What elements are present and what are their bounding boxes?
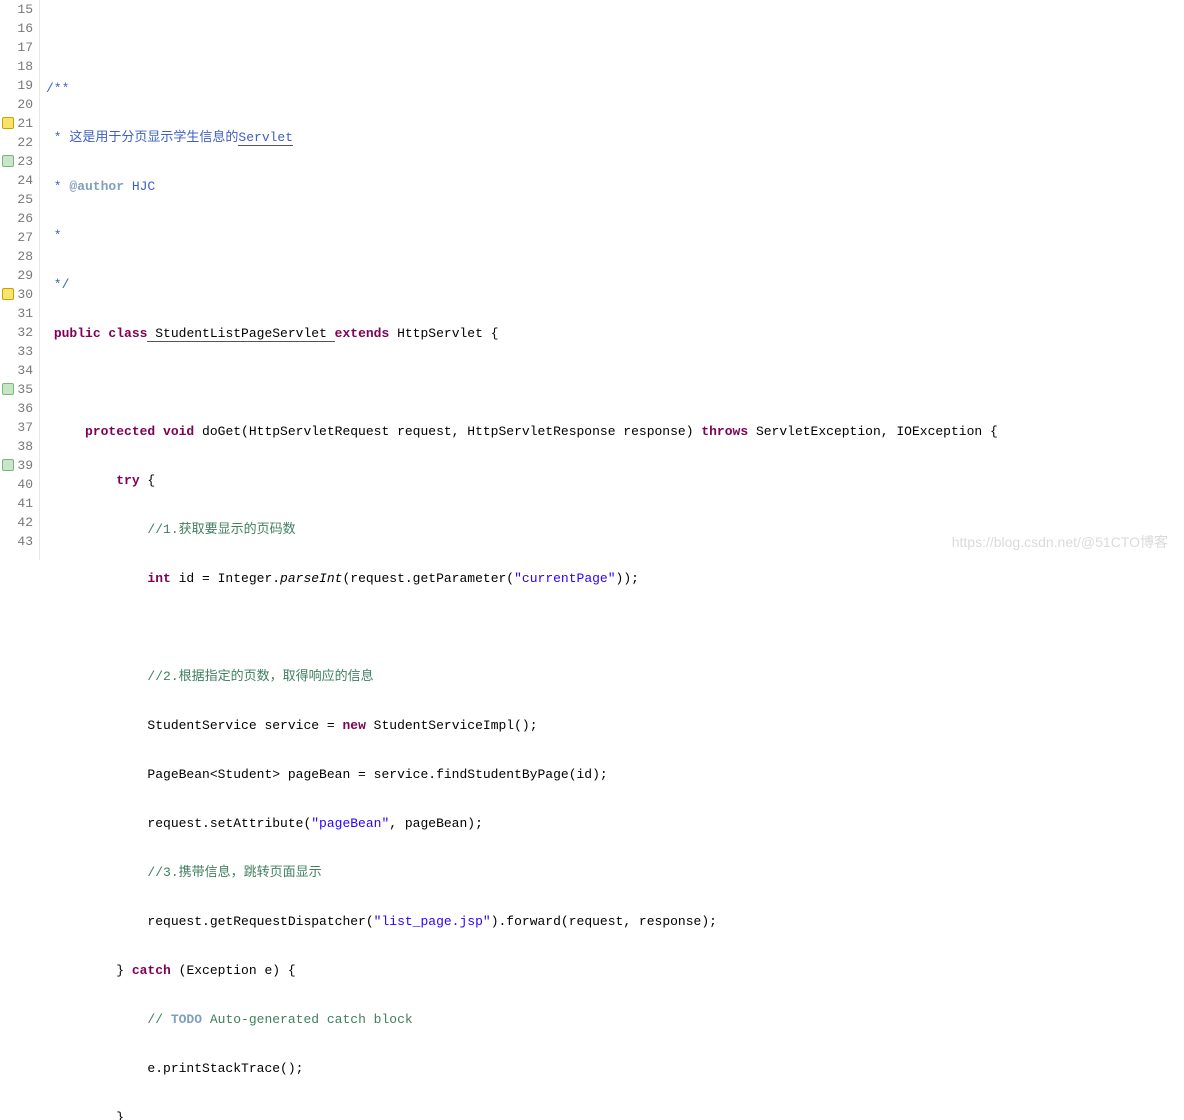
code-line: request.setAttribute("pageBean", pageBea… <box>46 814 1184 833</box>
code-content[interactable]: /** * 这是用于分页显示学生信息的Servlet * @author HJC… <box>40 0 1184 560</box>
code-line: * <box>46 226 1184 245</box>
code-line: } catch (Exception e) { <box>46 961 1184 980</box>
line-number: 15 <box>0 0 39 19</box>
watermark-text: https://blog.csdn.net/@51CTO博客 <box>952 532 1168 552</box>
code-line <box>46 30 1184 49</box>
line-number: 21 <box>0 114 39 133</box>
code-line <box>46 618 1184 637</box>
code-line: //2.根据指定的页数，取得响应的信息 <box>46 667 1184 686</box>
code-line: * @author HJC <box>46 177 1184 196</box>
line-number: 39 <box>0 456 39 475</box>
line-gutter: 1516171819202122232425262728293031323334… <box>0 0 40 560</box>
line-number: 36 <box>0 399 39 418</box>
code-line: int id = Integer.parseInt(request.getPar… <box>46 569 1184 588</box>
code-line: public class StudentListPageServlet exte… <box>46 324 1184 343</box>
line-number: 33 <box>0 342 39 361</box>
code-line: * 这是用于分页显示学生信息的Servlet <box>46 128 1184 147</box>
line-number: 22 <box>0 133 39 152</box>
line-number: 35 <box>0 380 39 399</box>
line-number: 20 <box>0 95 39 114</box>
line-number: 26 <box>0 209 39 228</box>
line-number: 29 <box>0 266 39 285</box>
line-number: 16 <box>0 19 39 38</box>
code-editor[interactable]: 1516171819202122232425262728293031323334… <box>0 0 1184 560</box>
line-number: 43 <box>0 532 39 551</box>
line-number: 30 <box>0 285 39 304</box>
line-number: 41 <box>0 494 39 513</box>
line-number: 17 <box>0 38 39 57</box>
line-number: 32 <box>0 323 39 342</box>
line-number: 24 <box>0 171 39 190</box>
line-number: 28 <box>0 247 39 266</box>
code-line <box>46 373 1184 392</box>
line-number: 34 <box>0 361 39 380</box>
info-marker-icon[interactable] <box>2 383 14 395</box>
warning-marker-icon[interactable] <box>2 117 14 129</box>
code-line: e.printStackTrace(); <box>46 1059 1184 1078</box>
info-marker-icon[interactable] <box>2 155 14 167</box>
line-number: 31 <box>0 304 39 323</box>
code-line: protected void doGet(HttpServletRequest … <box>46 422 1184 441</box>
line-number: 18 <box>0 57 39 76</box>
line-number: 42 <box>0 513 39 532</box>
code-line: */ <box>46 275 1184 294</box>
code-line: PageBean<Student> pageBean = service.fin… <box>46 765 1184 784</box>
line-number: 27 <box>0 228 39 247</box>
code-line: } <box>46 1108 1184 1120</box>
code-line: // TODO Auto-generated catch block <box>46 1010 1184 1029</box>
line-number: 40 <box>0 475 39 494</box>
line-number: 23 <box>0 152 39 171</box>
code-line: try { <box>46 471 1184 490</box>
info-marker-icon[interactable] <box>2 459 14 471</box>
line-number: 25 <box>0 190 39 209</box>
line-number: 38 <box>0 437 39 456</box>
code-line: StudentService service = new StudentServ… <box>46 716 1184 735</box>
line-number: 19 <box>0 76 39 95</box>
line-number: 37 <box>0 418 39 437</box>
code-line: //3.携带信息，跳转页面显示 <box>46 863 1184 882</box>
code-line: /** <box>46 79 1184 98</box>
code-line: request.getRequestDispatcher("list_page.… <box>46 912 1184 931</box>
warning-marker-icon[interactable] <box>2 288 14 300</box>
